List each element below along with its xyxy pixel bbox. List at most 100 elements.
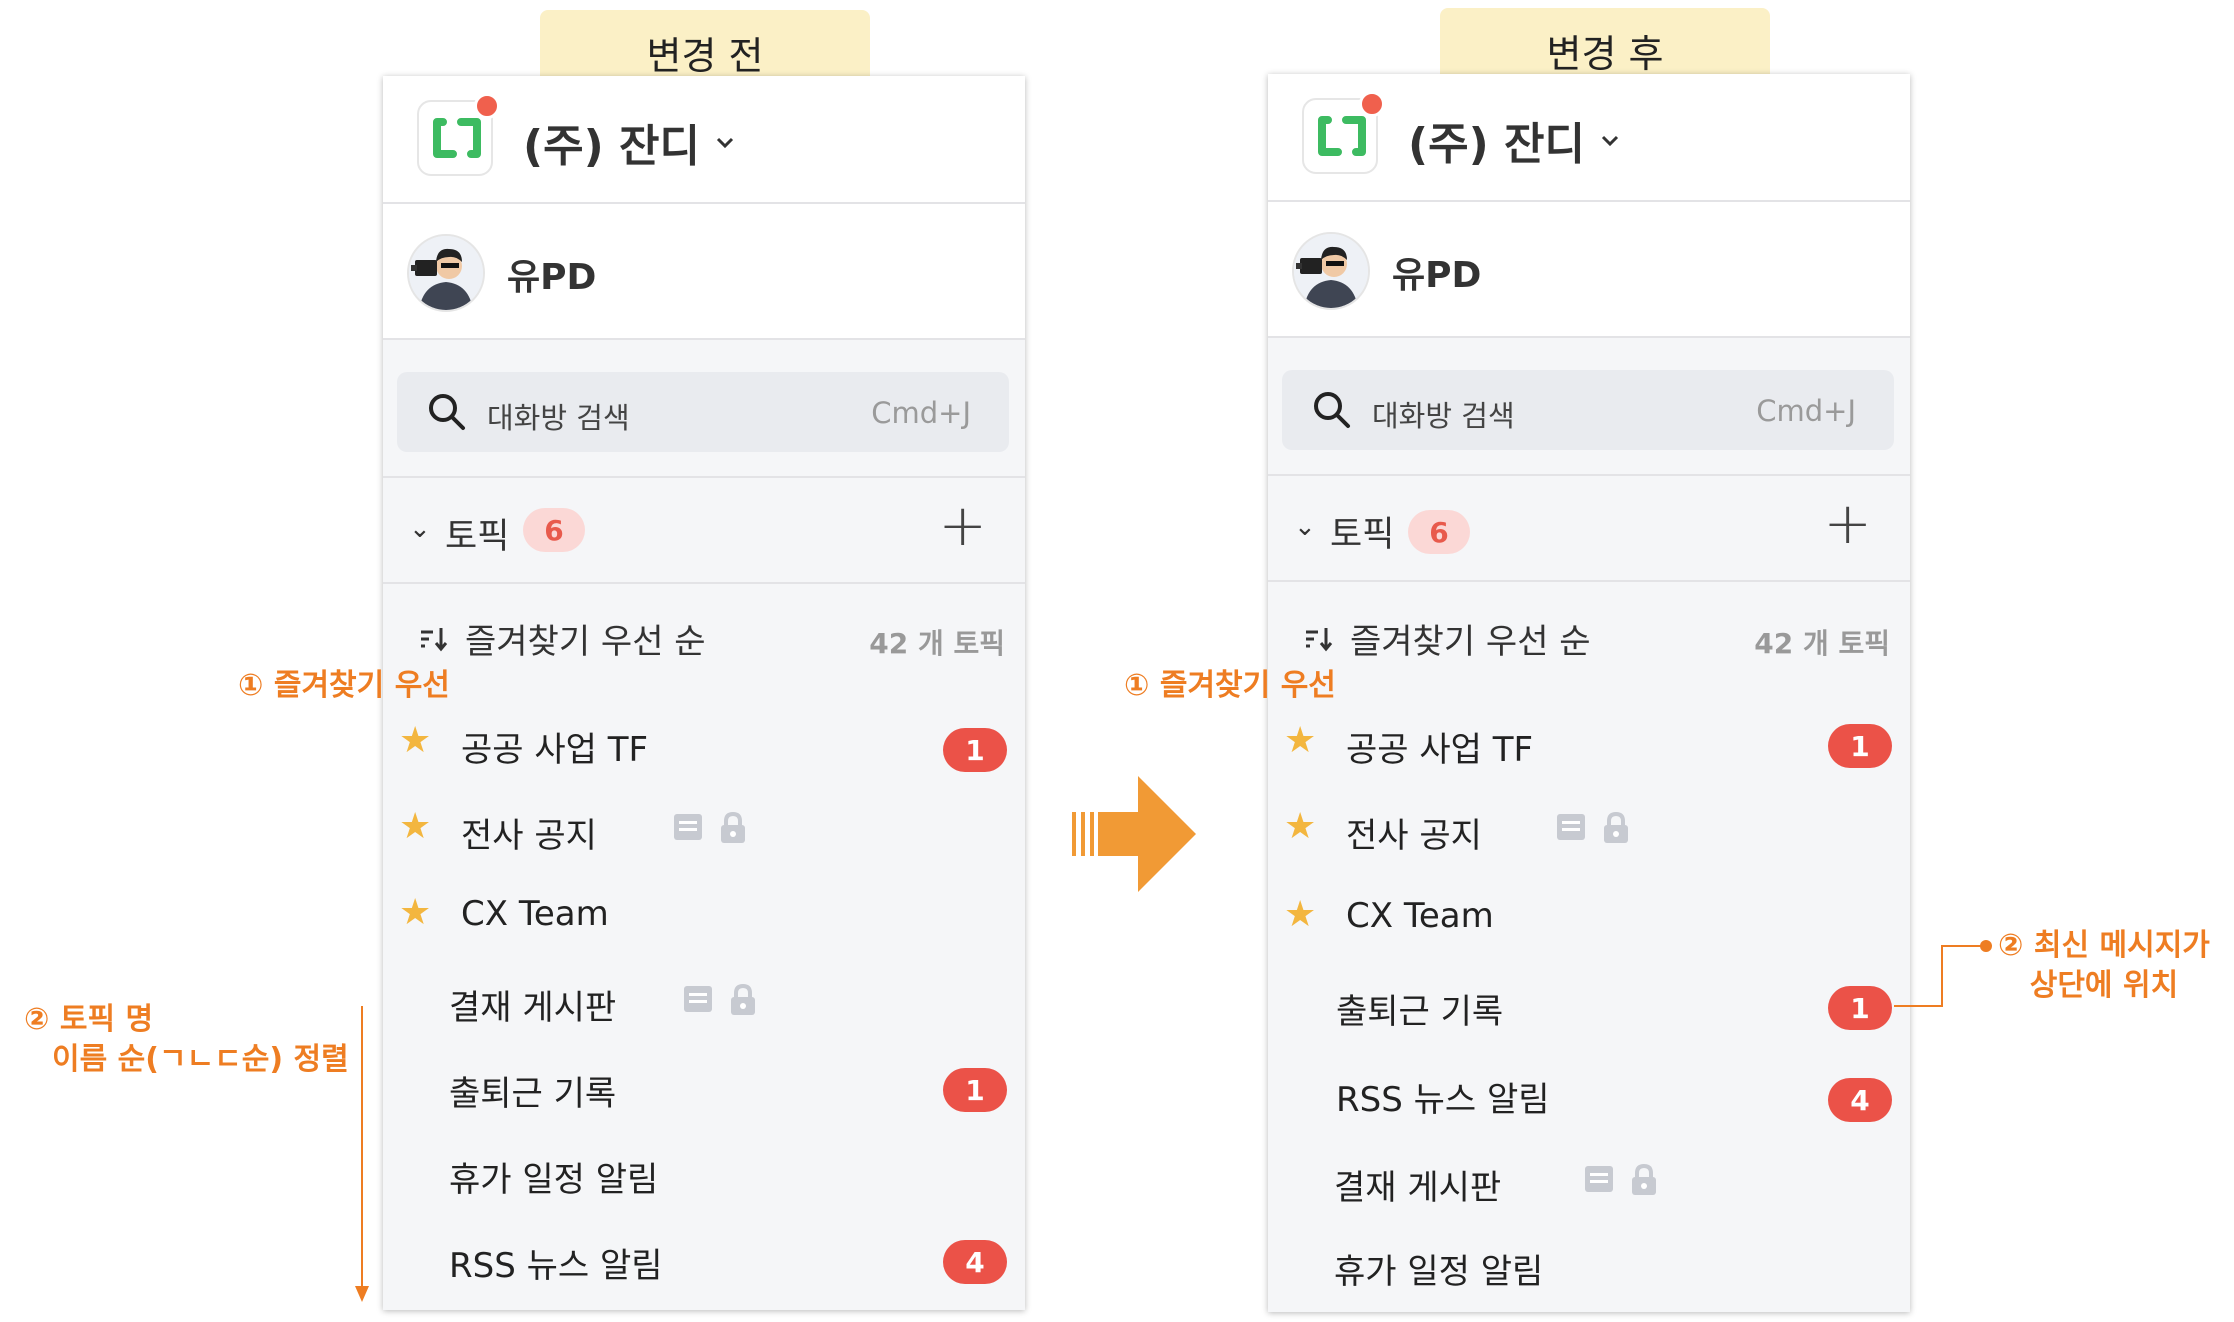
workspace-switcher[interactable]: (주) 잔디 — [523, 110, 736, 174]
topic-name: 결재 게시판 — [449, 988, 617, 1028]
user-profile[interactable]: 유PD — [1268, 202, 1910, 338]
annotation-recent-top: ② 최신 메시지가 상단에 위치 — [1998, 926, 2210, 1006]
star-icon[interactable]: ★ — [1284, 720, 1316, 761]
board-icon — [1557, 814, 1585, 840]
star-icon[interactable]: ★ — [399, 892, 431, 933]
unread-badge: 1 — [1828, 986, 1892, 1030]
annotation-favorite-first: ① 즐겨찾기 우선 — [1124, 668, 1336, 703]
chevron-down-icon — [716, 137, 734, 149]
star-icon[interactable]: ★ — [399, 720, 431, 761]
topic-section-header[interactable]: ⌄ 토픽 6 + — [1268, 474, 1910, 582]
transition-arrow-icon — [1072, 776, 1202, 896]
topic-row[interactable]: ★ 전사 공지 — [383, 800, 1025, 860]
user-name: 유PD — [1392, 255, 1482, 296]
workspace-name: (주) 잔디 — [523, 121, 700, 172]
sort-label: 즐겨찾기 우선 순 — [1350, 622, 1591, 662]
topic-row[interactable]: ★ 전사 공지 — [1268, 800, 1910, 860]
lock-icon — [721, 812, 745, 843]
topic-name: 전사 공지 — [461, 816, 597, 856]
board-icon — [1585, 1166, 1613, 1192]
topic-row[interactable]: 휴가 일정 알림 — [383, 1144, 1025, 1204]
topic-row[interactable]: 휴가 일정 알림 — [1268, 1236, 1910, 1296]
user-profile[interactable]: 유PD — [383, 204, 1025, 340]
chevron-down-icon[interactable]: ⌄ — [1294, 512, 1316, 542]
topic-name: 휴가 일정 알림 — [1334, 1252, 1544, 1292]
workspace-name: (주) 잔디 — [1408, 119, 1585, 170]
add-topic-button[interactable]: + — [938, 492, 987, 558]
lock-icon — [1632, 1164, 1656, 1195]
topic-section-title: 토픽 — [1330, 515, 1395, 555]
annotation-favorite-first: ① 즐겨찾기 우선 — [238, 668, 450, 703]
star-icon[interactable]: ★ — [399, 806, 431, 847]
annotation-name-sort: ② 토픽 명 이름 순(ㄱㄴㄷ순) 정렬 — [24, 1000, 354, 1080]
chevron-down-icon[interactable]: ⌄ — [409, 514, 431, 544]
topic-total: 42 개 토픽 — [1754, 627, 1890, 660]
unread-badge: 1 — [1828, 724, 1892, 768]
topic-row[interactable]: 결재 게시판 — [1268, 1152, 1910, 1212]
search-placeholder: 대화방 검색 — [1372, 399, 1515, 433]
topic-total: 42 개 토픽 — [869, 627, 1005, 660]
topic-name: 출퇴근 기록 — [1336, 992, 1504, 1032]
lock-icon — [1604, 812, 1628, 843]
after-sidebar: (주) 잔디 유PD 대화방 검색 Cmd+J ⌄ 토픽 6 + 즐겨찾기 우선… — [1268, 74, 1910, 1312]
topic-row[interactable]: RSS 뉴스 알림 4 — [383, 1230, 1025, 1290]
topic-row[interactable]: ★ 공공 사업 TF 1 — [1268, 714, 1910, 774]
topic-name: RSS 뉴스 알림 — [1336, 1080, 1550, 1120]
unread-badge: 1 — [943, 728, 1007, 772]
unread-badge: 4 — [1828, 1078, 1892, 1122]
workspace-header: (주) 잔디 — [1268, 74, 1910, 202]
topic-count-badge: 6 — [523, 508, 585, 552]
annotation-recent-line1: ② 최신 메시지가 — [1998, 928, 2210, 963]
search-icon — [1314, 392, 1350, 428]
annotation-recent-line2: 상단에 위치 — [2029, 968, 2179, 1003]
jandi-logo[interactable] — [417, 93, 500, 176]
unread-badge: 4 — [943, 1240, 1007, 1284]
search-input[interactable]: 대화방 검색 Cmd+J — [397, 372, 1009, 452]
jandi-logo[interactable] — [1302, 91, 1385, 174]
board-icon — [674, 814, 702, 840]
topic-name: CX Team — [461, 894, 609, 934]
avatar[interactable] — [407, 234, 485, 312]
unread-badge: 1 — [943, 1068, 1007, 1112]
topic-row[interactable]: RSS 뉴스 알림 4 — [1268, 1064, 1910, 1124]
sort-selector[interactable]: 즐겨찾기 우선 순 — [419, 614, 706, 663]
search-shortcut: Cmd+J — [871, 396, 971, 430]
topic-section-title: 토픽 — [445, 517, 510, 557]
avatar[interactable] — [1292, 232, 1370, 310]
sort-selector[interactable]: 즐겨찾기 우선 순 — [1304, 614, 1591, 663]
chevron-down-icon — [1601, 135, 1619, 147]
star-icon[interactable]: ★ — [1284, 806, 1316, 847]
annotation-name-sort-line1: ② 토픽 명 — [24, 1002, 154, 1037]
topic-row[interactable]: 출퇴근 기록 1 — [383, 1058, 1025, 1118]
before-sidebar: (주) 잔디 유PD 대화방 검색 Cmd+J ⌄ 토픽 6 + 즐겨찾기 우선… — [383, 76, 1025, 1310]
lock-icon — [731, 984, 755, 1015]
sort-icon — [1306, 627, 1333, 651]
add-topic-button[interactable]: + — [1823, 490, 1872, 556]
topic-name: 공공 사업 TF — [461, 730, 649, 770]
user-name: 유PD — [507, 257, 597, 298]
workspace-header: (주) 잔디 — [383, 76, 1025, 204]
star-icon[interactable]: ★ — [1284, 894, 1316, 935]
workspace-switcher[interactable]: (주) 잔디 — [1408, 108, 1621, 172]
topic-section-header[interactable]: ⌄ 토픽 6 + — [383, 476, 1025, 584]
search-input[interactable]: 대화방 검색 Cmd+J — [1282, 370, 1894, 450]
topic-name: 공공 사업 TF — [1346, 730, 1534, 770]
topic-row[interactable]: ★ 공공 사업 TF 1 — [383, 714, 1025, 774]
callout-connector — [1894, 940, 1992, 1007]
down-arrow-line — [355, 1006, 369, 1302]
topic-name: 출퇴근 기록 — [449, 1074, 617, 1114]
search-icon — [429, 394, 465, 430]
topic-name: 결재 게시판 — [1334, 1168, 1502, 1208]
topic-name: 휴가 일정 알림 — [449, 1160, 659, 1200]
search-placeholder: 대화방 검색 — [487, 401, 630, 435]
topic-row[interactable]: 결재 게시판 — [383, 972, 1025, 1032]
topic-count-badge: 6 — [1408, 510, 1470, 554]
sort-label: 즐겨찾기 우선 순 — [465, 622, 706, 662]
topic-row[interactable]: ★ CX Team — [1268, 888, 1910, 948]
topic-name: 전사 공지 — [1346, 816, 1482, 856]
topic-row[interactable]: ★ CX Team — [383, 886, 1025, 946]
annotation-name-sort-line2: 이름 순(ㄱㄴㄷ순) 정렬 — [52, 1042, 349, 1077]
sort-icon — [421, 627, 448, 651]
topic-row[interactable]: 출퇴근 기록 1 — [1268, 976, 1910, 1036]
topic-name: RSS 뉴스 알림 — [449, 1246, 663, 1286]
